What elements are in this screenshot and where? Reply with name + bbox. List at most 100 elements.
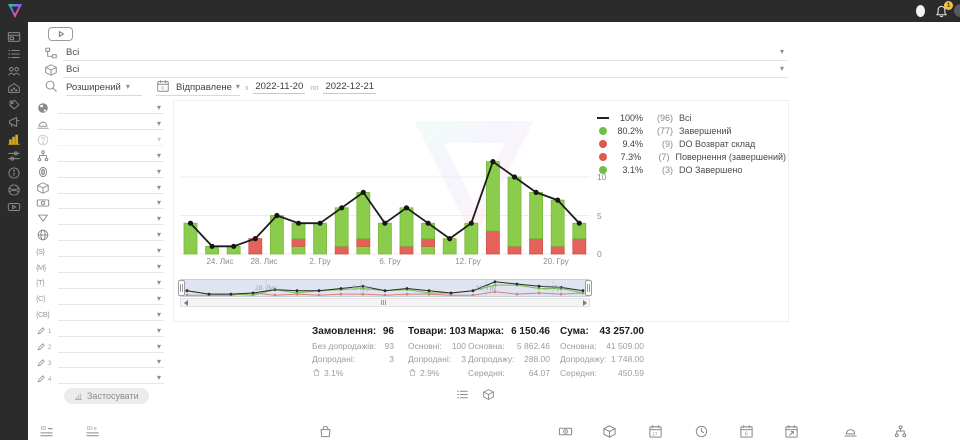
stat-value: 43 257.00 (600, 326, 645, 337)
chart-scrollbar[interactable] (180, 298, 590, 307)
navigator-left-handle[interactable] (178, 280, 185, 296)
filter-dropdown-pencil1[interactable]: 1▾ (36, 324, 164, 338)
date-field-dropdown[interactable]: 6 Відправлене ▾ (156, 79, 240, 96)
help-icon (36, 133, 50, 147)
filter-dropdown-fingerprint[interactable]: ▾ (36, 165, 164, 179)
dashboard-icon (7, 30, 21, 44)
view-toggles (456, 388, 495, 406)
basket-icon (408, 368, 417, 377)
svg-text:6: 6 (161, 85, 164, 91)
chevron-down-icon: ▾ (157, 343, 161, 351)
filter-dropdown-earth[interactable]: ▾ (36, 101, 164, 115)
play-button[interactable] (48, 27, 73, 41)
legend-item[interactable]: 9.4%(9)DO Возврат склад (596, 137, 786, 150)
chart-icon (74, 392, 83, 401)
filter-dropdown-pencil3[interactable]: 3▾ (36, 355, 164, 369)
package-icon (482, 388, 495, 401)
legend-item[interactable]: 100%(96)Всі (596, 111, 786, 124)
stat-sub-label: Допродані: (312, 354, 355, 364)
legend-item[interactable]: 7.3%(7)Повернення (завершений) (596, 150, 786, 163)
sidebar-item-customers[interactable] (0, 62, 28, 79)
avatar-icon[interactable] (916, 5, 925, 17)
footer-id-lines-button[interactable]: ID (40, 424, 55, 440)
navigator-right-handle[interactable] (585, 280, 592, 296)
sidebar-item-info[interactable] (0, 164, 28, 181)
scroll-right-button[interactable] (580, 299, 589, 306)
filter-dropdown-banknote[interactable]: ▾ (36, 196, 164, 210)
stat-column: Товари:103Основні:100Допродані:32.9% (408, 326, 466, 378)
sidebar-item-megaphone[interactable] (0, 113, 28, 130)
date-from-input[interactable]: 2022-11-20 (253, 81, 305, 94)
footer-ruler-button[interactable] (843, 424, 858, 440)
sidebar-item-price-tag[interactable] (0, 96, 28, 113)
apply-button[interactable]: Застосувати (64, 388, 149, 404)
globe-icon (7, 183, 21, 197)
sidebar-item-warehouse[interactable] (0, 79, 28, 96)
app-logo-icon[interactable] (5, 2, 25, 20)
globe-wire-icon (36, 228, 50, 242)
footer-calendar-17-button[interactable]: 17 (648, 424, 663, 440)
footer-sitemap-button[interactable] (893, 424, 908, 440)
chevron-down-icon: ▾ (157, 199, 161, 207)
sidebar-item-globe[interactable] (0, 181, 28, 198)
filter-dropdown-funnel[interactable]: ▾ (36, 212, 164, 226)
legend-item[interactable]: 3.1%(3)DO Завершено (596, 163, 786, 176)
apply-button-label: Застосувати (87, 391, 139, 401)
profile-icon[interactable] (954, 4, 960, 17)
scroll-left-button[interactable] (181, 299, 190, 306)
navigator-tick-label: 19. Гру (543, 285, 564, 292)
stat-sub-label: Середня: (560, 368, 597, 378)
filter-dropdown-pencil4[interactable]: 4▾ (36, 371, 164, 385)
braces-icon: {S} (36, 247, 52, 256)
sidebar-item-orders-list[interactable] (0, 45, 28, 62)
sidebar-item-sliders[interactable] (0, 147, 28, 164)
filter-dropdown-t[interactable]: {T}▾ (36, 276, 164, 290)
view-toggle-package[interactable] (482, 388, 495, 406)
sidebar-item-dashboard[interactable] (0, 28, 28, 45)
svg-text:17: 17 (652, 431, 658, 436)
sidebar-item-video[interactable] (0, 198, 28, 215)
product-filter-dropdown[interactable]: Всі▾ (44, 61, 788, 78)
footer-calendar-arrow-button[interactable] (784, 424, 799, 440)
filter-dropdown-sitemap[interactable]: ▾ (36, 149, 164, 163)
customers-icon (7, 64, 21, 78)
filter-dropdown-cb[interactable]: {CB}▾ (36, 308, 164, 322)
scrollbar-grip[interactable] (381, 300, 386, 305)
footer-package-button[interactable] (602, 424, 617, 440)
status-filter-dropdown[interactable]: Всі▾ (44, 44, 788, 61)
footer-clock-button[interactable] (694, 424, 709, 440)
sidebar-item-analytics[interactable] (0, 130, 28, 147)
filter-dropdown-globe-wire[interactable]: ▾ (36, 228, 164, 242)
filter-dropdown-s[interactable]: {S}▾ (36, 244, 164, 258)
footer-calendar-6-button[interactable]: 6 (739, 424, 754, 440)
status-tree-icon (44, 46, 58, 60)
search-mode-dropdown[interactable]: Розширений ▾ (66, 79, 142, 96)
stat-sub-value: 288.00 (524, 354, 550, 364)
info-icon (7, 166, 21, 180)
search-icon[interactable] (44, 79, 58, 96)
legend-dot-marker (599, 153, 607, 161)
x-tick-label: 24. Лис (206, 257, 233, 266)
date-to-input[interactable]: 2022-12-21 (323, 81, 376, 94)
footer-id-o-button[interactable]: ID-o (86, 424, 101, 440)
filter-dropdown-package[interactable]: ▾ (36, 181, 164, 195)
braces-icon: {C} (36, 294, 52, 303)
stat-sub-label: Середня: (468, 368, 505, 378)
stat-sub-label: Допродажу: (560, 354, 607, 364)
y-tick-label: 5 (597, 211, 602, 221)
filter-dropdown-ruler[interactable]: ▾ (36, 117, 164, 131)
filter-dropdown-help[interactable]: ▾ (36, 133, 164, 147)
legend-item[interactable]: 80.2%(77)Завершений (596, 124, 786, 137)
chevron-down-icon: ▾ (157, 263, 161, 271)
filter-dropdown-pencil2[interactable]: 2▾ (36, 340, 164, 354)
video-icon (7, 200, 21, 214)
filter-dropdown-c[interactable]: {C}▾ (36, 292, 164, 306)
footer-bag-button[interactable] (318, 424, 333, 440)
stat-sub-value: 3.1% (324, 368, 343, 378)
chart-navigator[interactable]: 28. Лис5. Гру13. Гру19. Гру (180, 279, 590, 297)
view-toggle-orders-list[interactable] (456, 388, 469, 406)
stat-sub-value: 41 509.00 (606, 341, 644, 351)
footer-banknote-button[interactable] (558, 424, 573, 440)
filter-dropdown-m[interactable]: {M}▾ (36, 260, 164, 274)
legend-line-marker (597, 117, 609, 119)
